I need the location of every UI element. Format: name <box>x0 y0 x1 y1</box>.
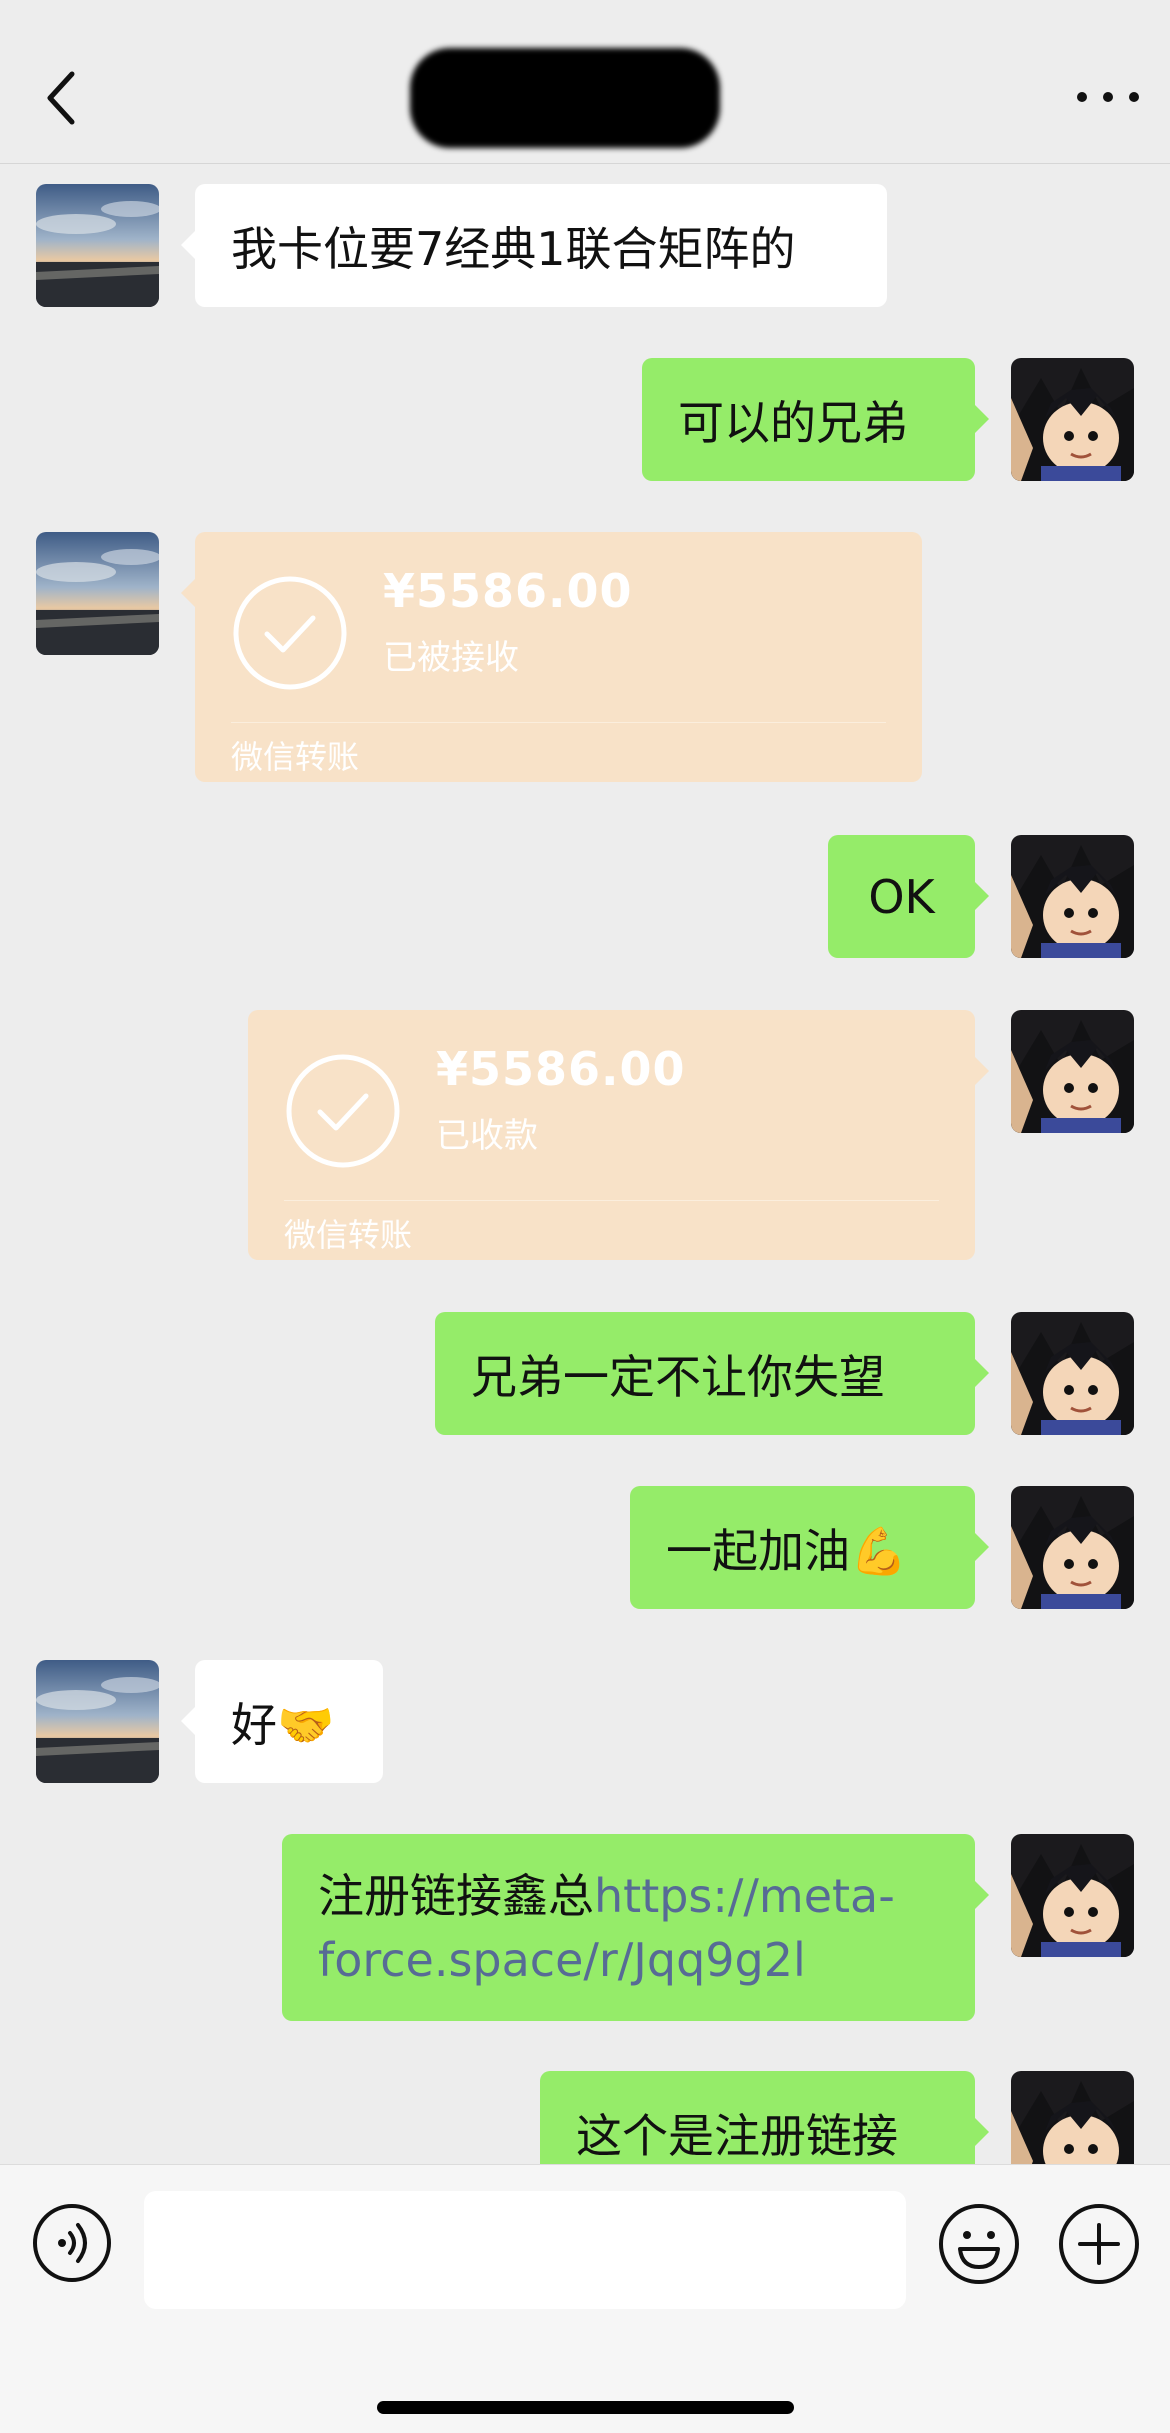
my-avatar[interactable] <box>1011 835 1134 958</box>
plus-icon[interactable] <box>1058 2203 1140 2285</box>
message-bubble[interactable]: 好🤝 <box>181 1660 383 1783</box>
my-avatar[interactable] <box>1011 358 1134 481</box>
message-text: 兄弟一定不让你失望 <box>471 1349 885 1404</box>
input-bar <box>0 2164 1170 2433</box>
message-bubble[interactable]: 兄弟一定不让你失望 <box>435 1312 989 1435</box>
divider <box>231 722 886 723</box>
message-bubble[interactable]: 注册链接鑫总https://meta-force.space/r/Jqq9g2l <box>282 1834 989 2021</box>
message-input[interactable] <box>144 2191 906 2309</box>
contact-avatar[interactable] <box>36 532 159 655</box>
transfer-amount: ¥5586.00 <box>383 564 633 618</box>
divider <box>284 1200 939 1201</box>
checkmark-circle-icon <box>233 576 347 690</box>
message-text: OK <box>868 869 935 924</box>
message-text: 注册链接鑫总https://meta-force.space/r/Jqq9g2l <box>318 1864 939 1992</box>
top-bar <box>0 0 1170 164</box>
message-text-prefix: 注册链接鑫总 <box>318 1868 594 1923</box>
emoji-icon[interactable] <box>938 2203 1020 2285</box>
contact-avatar[interactable] <box>36 1660 159 1783</box>
transfer-card[interactable]: ¥5586.00 已被接收 微信转账 <box>181 532 922 782</box>
message-text: 这个是注册链接 <box>576 2108 898 2163</box>
my-avatar[interactable] <box>1011 1010 1134 1133</box>
more-dots-icon[interactable] <box>1068 72 1148 122</box>
message-bubble[interactable]: 一起加油💪 <box>630 1486 989 1609</box>
message-text: 一起加油💪 <box>666 1523 908 1578</box>
transfer-card[interactable]: ¥5586.00 已收款 微信转账 <box>248 1010 989 1260</box>
message-bubble[interactable]: 可以的兄弟 <box>642 358 989 481</box>
transfer-label: 微信转账 <box>231 738 360 776</box>
transfer-status: 已被接收 <box>383 638 519 678</box>
voice-icon[interactable] <box>32 2203 112 2283</box>
message-text: 可以的兄弟 <box>678 395 908 450</box>
home-indicator[interactable] <box>377 2401 794 2414</box>
message-text: 我卡位要7经典1联合矩阵的 <box>231 221 796 276</box>
checkmark-circle-icon <box>286 1054 400 1168</box>
transfer-label: 微信转账 <box>284 1216 413 1254</box>
message-bubble[interactable]: 我卡位要7经典1联合矩阵的 <box>181 184 887 307</box>
message-text: 好🤝 <box>231 1697 335 1752</box>
message-bubble[interactable]: OK <box>828 835 989 958</box>
chevron-left-icon[interactable] <box>30 58 100 138</box>
my-avatar[interactable] <box>1011 1312 1134 1435</box>
my-avatar[interactable] <box>1011 1834 1134 1957</box>
my-avatar[interactable] <box>1011 1486 1134 1609</box>
redacted-chat-title <box>410 48 720 148</box>
transfer-amount: ¥5586.00 <box>436 1042 686 1096</box>
transfer-status: 已收款 <box>436 1116 538 1156</box>
contact-avatar[interactable] <box>36 184 159 307</box>
